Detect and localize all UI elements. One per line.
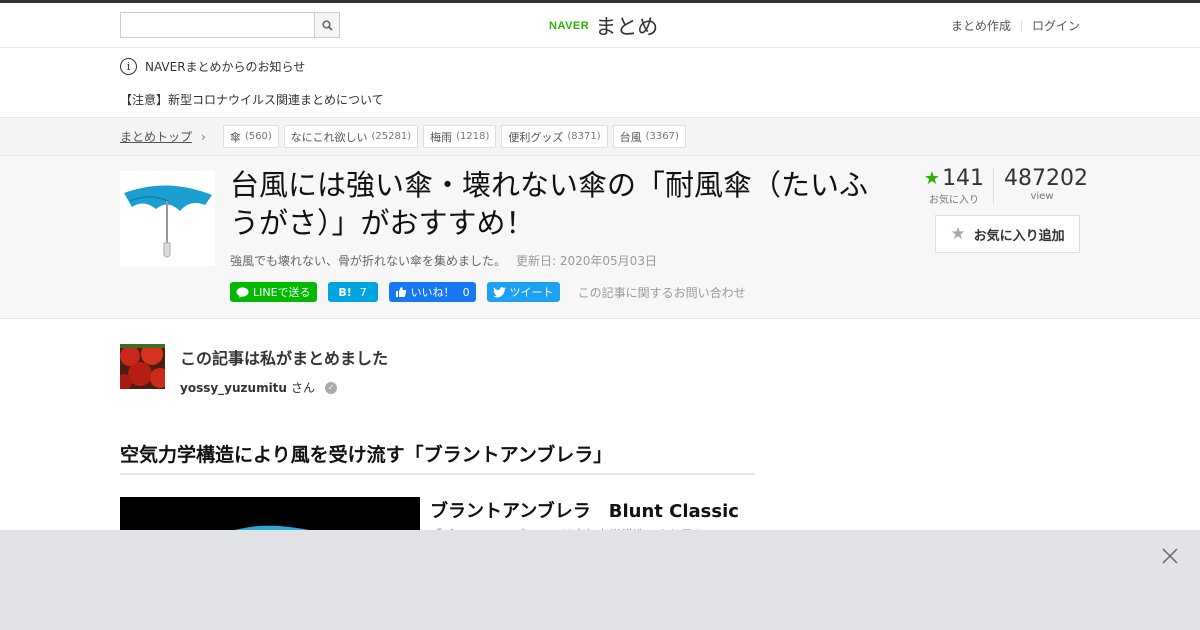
site-header: NAVER まとめ まとめ作成 ログイン — [0, 3, 1200, 48]
twitter-bird-icon — [492, 286, 506, 297]
author-name-row: yossy_yuzumitu さん ✓ — [180, 379, 388, 396]
hatena-count: 7 — [359, 285, 367, 299]
facebook-like-count: 0 — [462, 285, 470, 299]
hatena-icon: B! — [338, 285, 352, 299]
search-input[interactable] — [120, 12, 314, 38]
avatar[interactable] — [120, 344, 165, 389]
facebook-like-button[interactable]: いいね！ 0 — [388, 282, 476, 302]
article-stats: ★ 141 お気に入り 487202 view — [919, 166, 1088, 206]
site-logo[interactable]: NAVER まとめ — [549, 11, 658, 41]
search-box — [120, 12, 340, 38]
umbrella-image — [120, 171, 215, 266]
tag-count: (3367) — [645, 131, 679, 142]
favorite-count: 141 — [942, 166, 985, 191]
favorite-count-block: ★ 141 お気に入り — [919, 166, 989, 206]
tag-item[interactable]: 傘 (560) — [222, 125, 279, 148]
article-header: 台風には強い傘・壊れない傘の「耐風傘（たいふうがさ）」がおすすめ！ 強風でも壊れ… — [0, 156, 1200, 319]
notice-heading[interactable]: NAVERまとめからのお知らせ — [145, 58, 305, 75]
article-subtitle-row: 強風でも壊れない、骨が折れない傘を集めました。 更新日: 2020年05月03日 — [230, 252, 657, 269]
tag-item[interactable]: 梅雨 (1218) — [423, 125, 497, 148]
line-share-label: LINEで送る — [253, 286, 311, 299]
close-icon[interactable] — [1160, 546, 1180, 566]
thumbs-up-icon — [395, 287, 406, 297]
view-count-label: view — [1030, 191, 1054, 202]
author-name[interactable]: yossy_yuzumitu — [180, 381, 287, 395]
search-button[interactable] — [314, 12, 340, 38]
contact-link[interactable]: この記事に関するお問い合わせ — [578, 284, 746, 301]
author-suffix: さん — [290, 381, 315, 395]
breadcrumb: まとめトップ › 傘 (560) なにこれ欲しい (25281) 梅雨 (1218) … — [0, 118, 1200, 156]
ad-overlay-banner — [0, 530, 1200, 630]
author-block: この記事は私がまとめました yossy_yuzumitu さん ✓ — [120, 344, 388, 396]
hatena-bookmark-button[interactable]: B! 7 — [327, 282, 378, 302]
tag-label: 便利グッズ — [508, 130, 564, 144]
link-divider — [1020, 19, 1022, 32]
notice-heading-row: i NAVERまとめからのお知らせ — [120, 58, 1080, 75]
tweet-label: ツイート — [509, 286, 554, 299]
login-link[interactable]: ログイン — [1032, 17, 1080, 34]
notice-area: i NAVERまとめからのお知らせ 【注意】新型コロナウイルス関連まとめについて — [0, 48, 1200, 118]
product-title: ブラントアンブレラ Blunt Classic — [430, 501, 739, 522]
info-icon: i — [120, 58, 137, 75]
tag-label: 台風 — [619, 130, 642, 144]
line-share-button[interactable]: LINEで送る — [230, 282, 317, 302]
social-buttons: LINEで送る B! 7 いいね！ 0 ツイート この記事に関するお問い合わせ — [230, 282, 746, 302]
breadcrumb-top-link[interactable]: まとめトップ — [120, 128, 192, 145]
tag-label: 梅雨 — [430, 130, 453, 144]
article-title: 台風には強い傘・壊れない傘の「耐風傘（たいふうがさ）」がおすすめ！ — [230, 168, 869, 240]
verified-check-icon: ✓ — [324, 381, 337, 394]
author-info: この記事は私がまとめました yossy_yuzumitu さん ✓ — [180, 344, 388, 396]
author-heading: この記事は私がまとめました — [180, 349, 389, 368]
tag-item[interactable]: なにこれ欲しい (25281) — [283, 125, 419, 148]
tag-count: (8371) — [567, 131, 601, 142]
tag-count: (560) — [244, 131, 272, 142]
notice-link[interactable]: 【注意】新型コロナウイルス関連まとめについて — [120, 91, 1080, 108]
tweet-button[interactable]: ツイート — [486, 282, 560, 302]
view-count-block: 487202 view — [1004, 166, 1088, 202]
tag-item[interactable]: 便利グッズ (8371) — [501, 125, 608, 148]
add-favorite-label: お気に入り追加 — [973, 228, 1065, 244]
view-count: 487202 — [1004, 166, 1088, 191]
chevron-right-icon: › — [201, 129, 206, 144]
tag-count: (25281) — [371, 131, 412, 142]
updated-date: 更新日: 2020年05月03日 — [516, 254, 657, 268]
facebook-like-label: いいね！ — [410, 286, 455, 299]
logo-brand: NAVER — [549, 20, 590, 32]
line-icon — [236, 286, 249, 298]
header-links: まとめ作成 ログイン — [951, 17, 1080, 34]
article-subtitle: 強風でも壊れない、骨が折れない傘を集めました。 — [230, 254, 507, 268]
create-matome-link[interactable]: まとめ作成 — [951, 17, 1011, 34]
star-outline-icon: ★ — [950, 224, 966, 244]
tag-count: (1218) — [456, 131, 490, 142]
search-icon — [321, 19, 333, 31]
section-heading: 空気力学構造により風を受け流す「ブラントアンブレラ」 — [120, 440, 755, 475]
tag-label: 傘 — [229, 130, 241, 144]
tag-item[interactable]: 台風 (3367) — [612, 125, 686, 148]
tag-label: なにこれ欲しい — [290, 130, 368, 144]
article-thumbnail[interactable] — [120, 171, 215, 266]
strawberry-avatar-image — [120, 344, 165, 389]
star-icon: ★ — [923, 168, 941, 189]
logo-text: まとめ — [595, 15, 659, 39]
stats-divider — [993, 168, 994, 204]
favorite-count-label: お気に入り — [929, 195, 979, 206]
add-favorite-button[interactable]: ★ お気に入り追加 — [935, 215, 1080, 253]
